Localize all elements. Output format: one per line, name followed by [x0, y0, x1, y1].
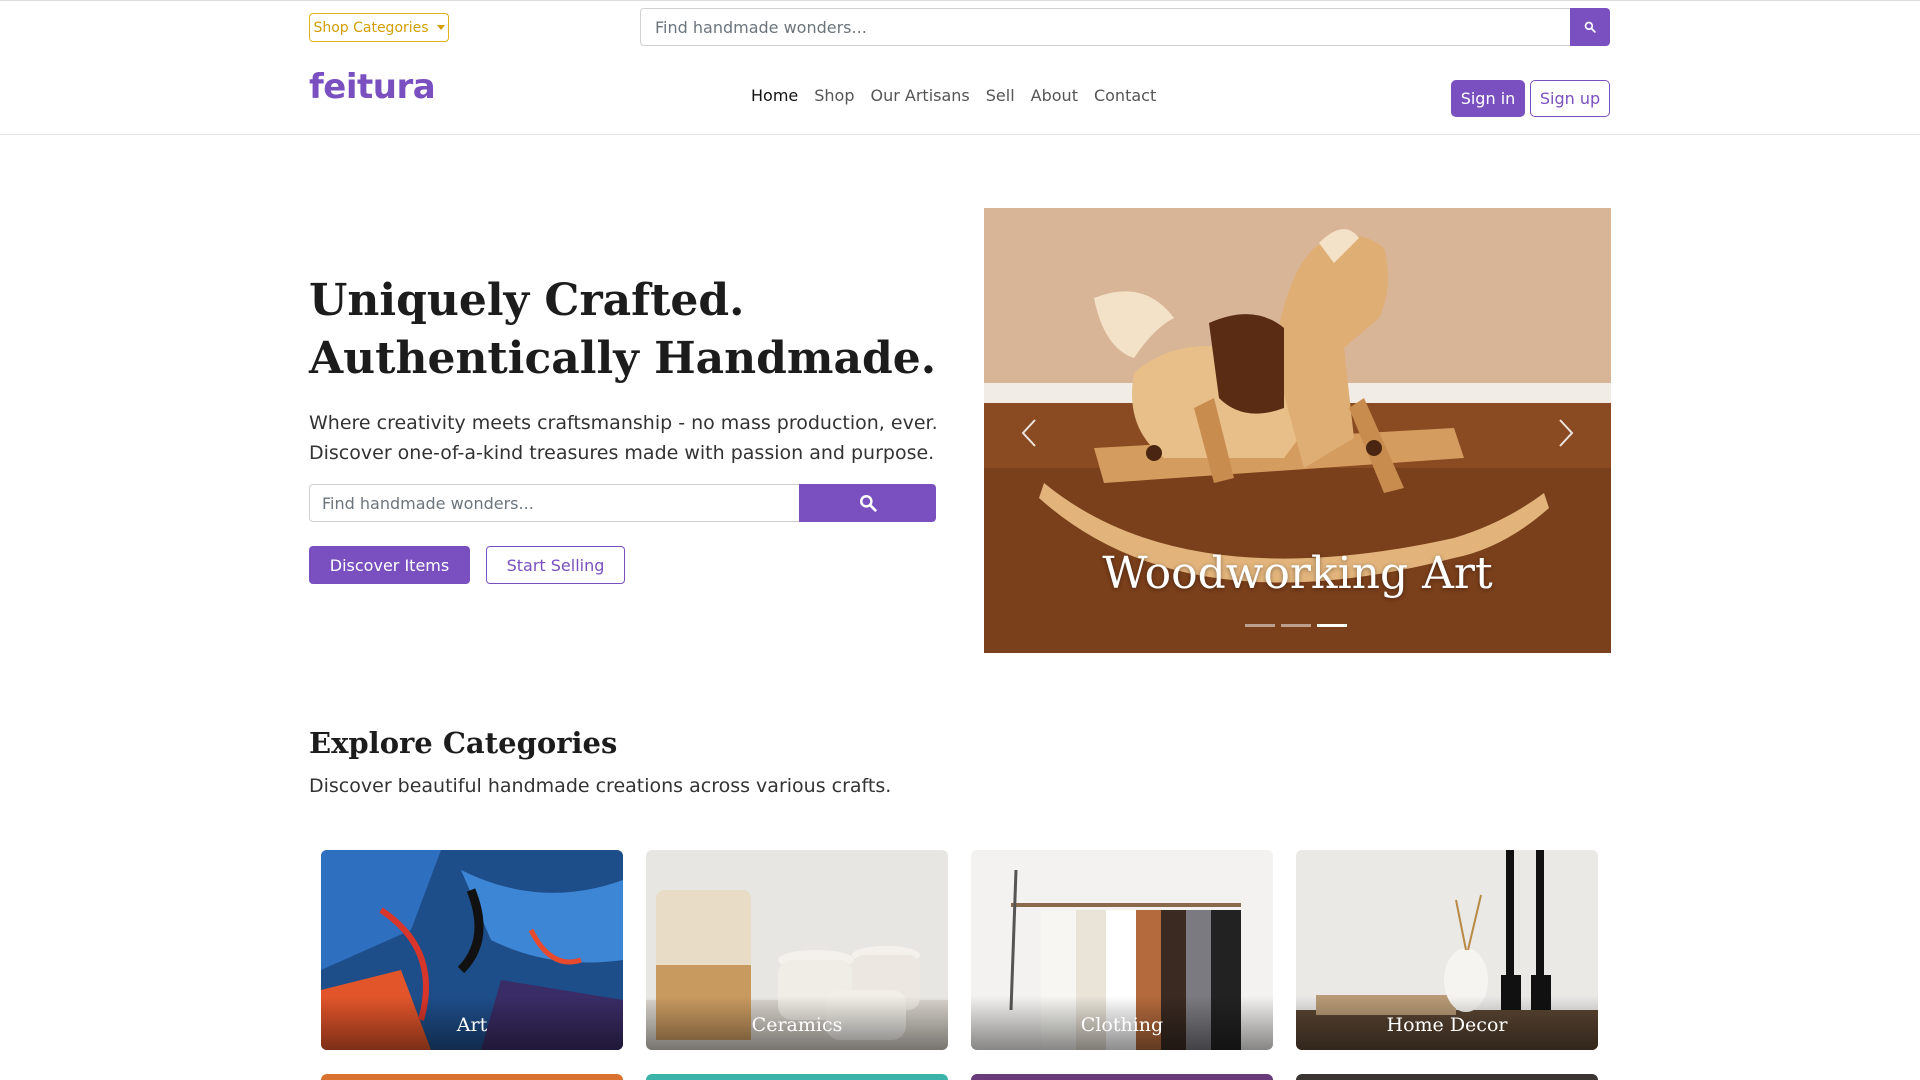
header-search-input[interactable]: Find handmade wonders...: [640, 8, 1570, 46]
sign-up-button[interactable]: Sign up: [1530, 80, 1610, 117]
category-card-home-decor[interactable]: Home Decor: [1296, 850, 1598, 1050]
hero-search-input[interactable]: Find handmade wonders...: [309, 484, 799, 522]
nav-shop[interactable]: Shop: [814, 86, 854, 105]
brand-logo[interactable]: feitura: [309, 67, 436, 107]
categories-subtitle: Discover beautiful handmade creations ac…: [309, 775, 892, 797]
hero-subtitle: Where creativity meets craftsmanship - n…: [309, 408, 949, 468]
hero-subtitle-line: Discover one-of-a-kind treasures made wi…: [309, 442, 935, 464]
category-label: Home Decor: [1296, 996, 1598, 1050]
category-label: Art: [321, 996, 623, 1050]
hero-title: Uniquely Crafted. Authentically Handmade…: [309, 275, 937, 384]
top-border: [0, 0, 1920, 1]
nav-sell[interactable]: Sell: [986, 86, 1015, 105]
nav-about[interactable]: About: [1031, 86, 1078, 105]
category-card-art[interactable]: Art: [321, 850, 623, 1050]
carousel-indicator[interactable]: [1281, 624, 1311, 627]
category-card-peek: [321, 1074, 623, 1080]
hero-search[interactable]: Find handmade wonders...: [309, 484, 936, 522]
discover-items-button[interactable]: Discover Items: [309, 546, 470, 584]
shop-categories-label: Shop Categories: [313, 19, 429, 36]
hero-search-button[interactable]: [799, 484, 936, 522]
categories-title: Explore Categories: [309, 726, 618, 760]
hero-search-placeholder: Find handmade wonders...: [322, 493, 534, 513]
carousel-next-button[interactable]: [1551, 413, 1581, 453]
caret-down-icon: [436, 25, 445, 30]
start-selling-button[interactable]: Start Selling: [486, 546, 625, 584]
category-card-clothing[interactable]: Clothing: [971, 850, 1273, 1050]
category-label: Clothing: [971, 996, 1273, 1050]
header-search-button[interactable]: [1570, 8, 1610, 46]
search-icon: [859, 495, 877, 512]
search-icon: [1584, 21, 1596, 33]
carousel-indicator-active[interactable]: [1317, 624, 1347, 627]
carousel-indicators: [1245, 624, 1347, 627]
hero-subtitle-line: Where creativity meets craftsmanship - n…: [309, 412, 938, 434]
category-card-peek: [1296, 1074, 1598, 1080]
nav-home[interactable]: Home: [751, 86, 798, 105]
category-card-ceramics[interactable]: Ceramics: [646, 850, 948, 1050]
nav-our-artisans[interactable]: Our Artisans: [871, 86, 970, 105]
carousel-prev-button[interactable]: [1014, 413, 1044, 453]
carousel-caption: Woodworking Art: [1102, 548, 1493, 599]
sign-in-button[interactable]: Sign in: [1451, 80, 1525, 117]
header-search[interactable]: Find handmade wonders...: [640, 8, 1610, 46]
chevron-left-icon: [1021, 419, 1036, 447]
category-card-peek: [971, 1074, 1273, 1080]
nav-contact[interactable]: Contact: [1094, 86, 1156, 105]
header-divider: [0, 134, 1920, 135]
main-nav: Home Shop Our Artisans Sell About Contac…: [751, 86, 1172, 105]
carousel-indicator[interactable]: [1245, 624, 1275, 627]
hero-carousel[interactable]: Woodworking Art: [984, 208, 1611, 653]
chevron-right-icon: [1559, 419, 1574, 447]
shop-categories-dropdown[interactable]: Shop Categories: [309, 13, 449, 42]
category-label: Ceramics: [646, 996, 948, 1050]
category-card-peek: [646, 1074, 948, 1080]
header-search-placeholder: Find handmade wonders...: [655, 17, 867, 37]
